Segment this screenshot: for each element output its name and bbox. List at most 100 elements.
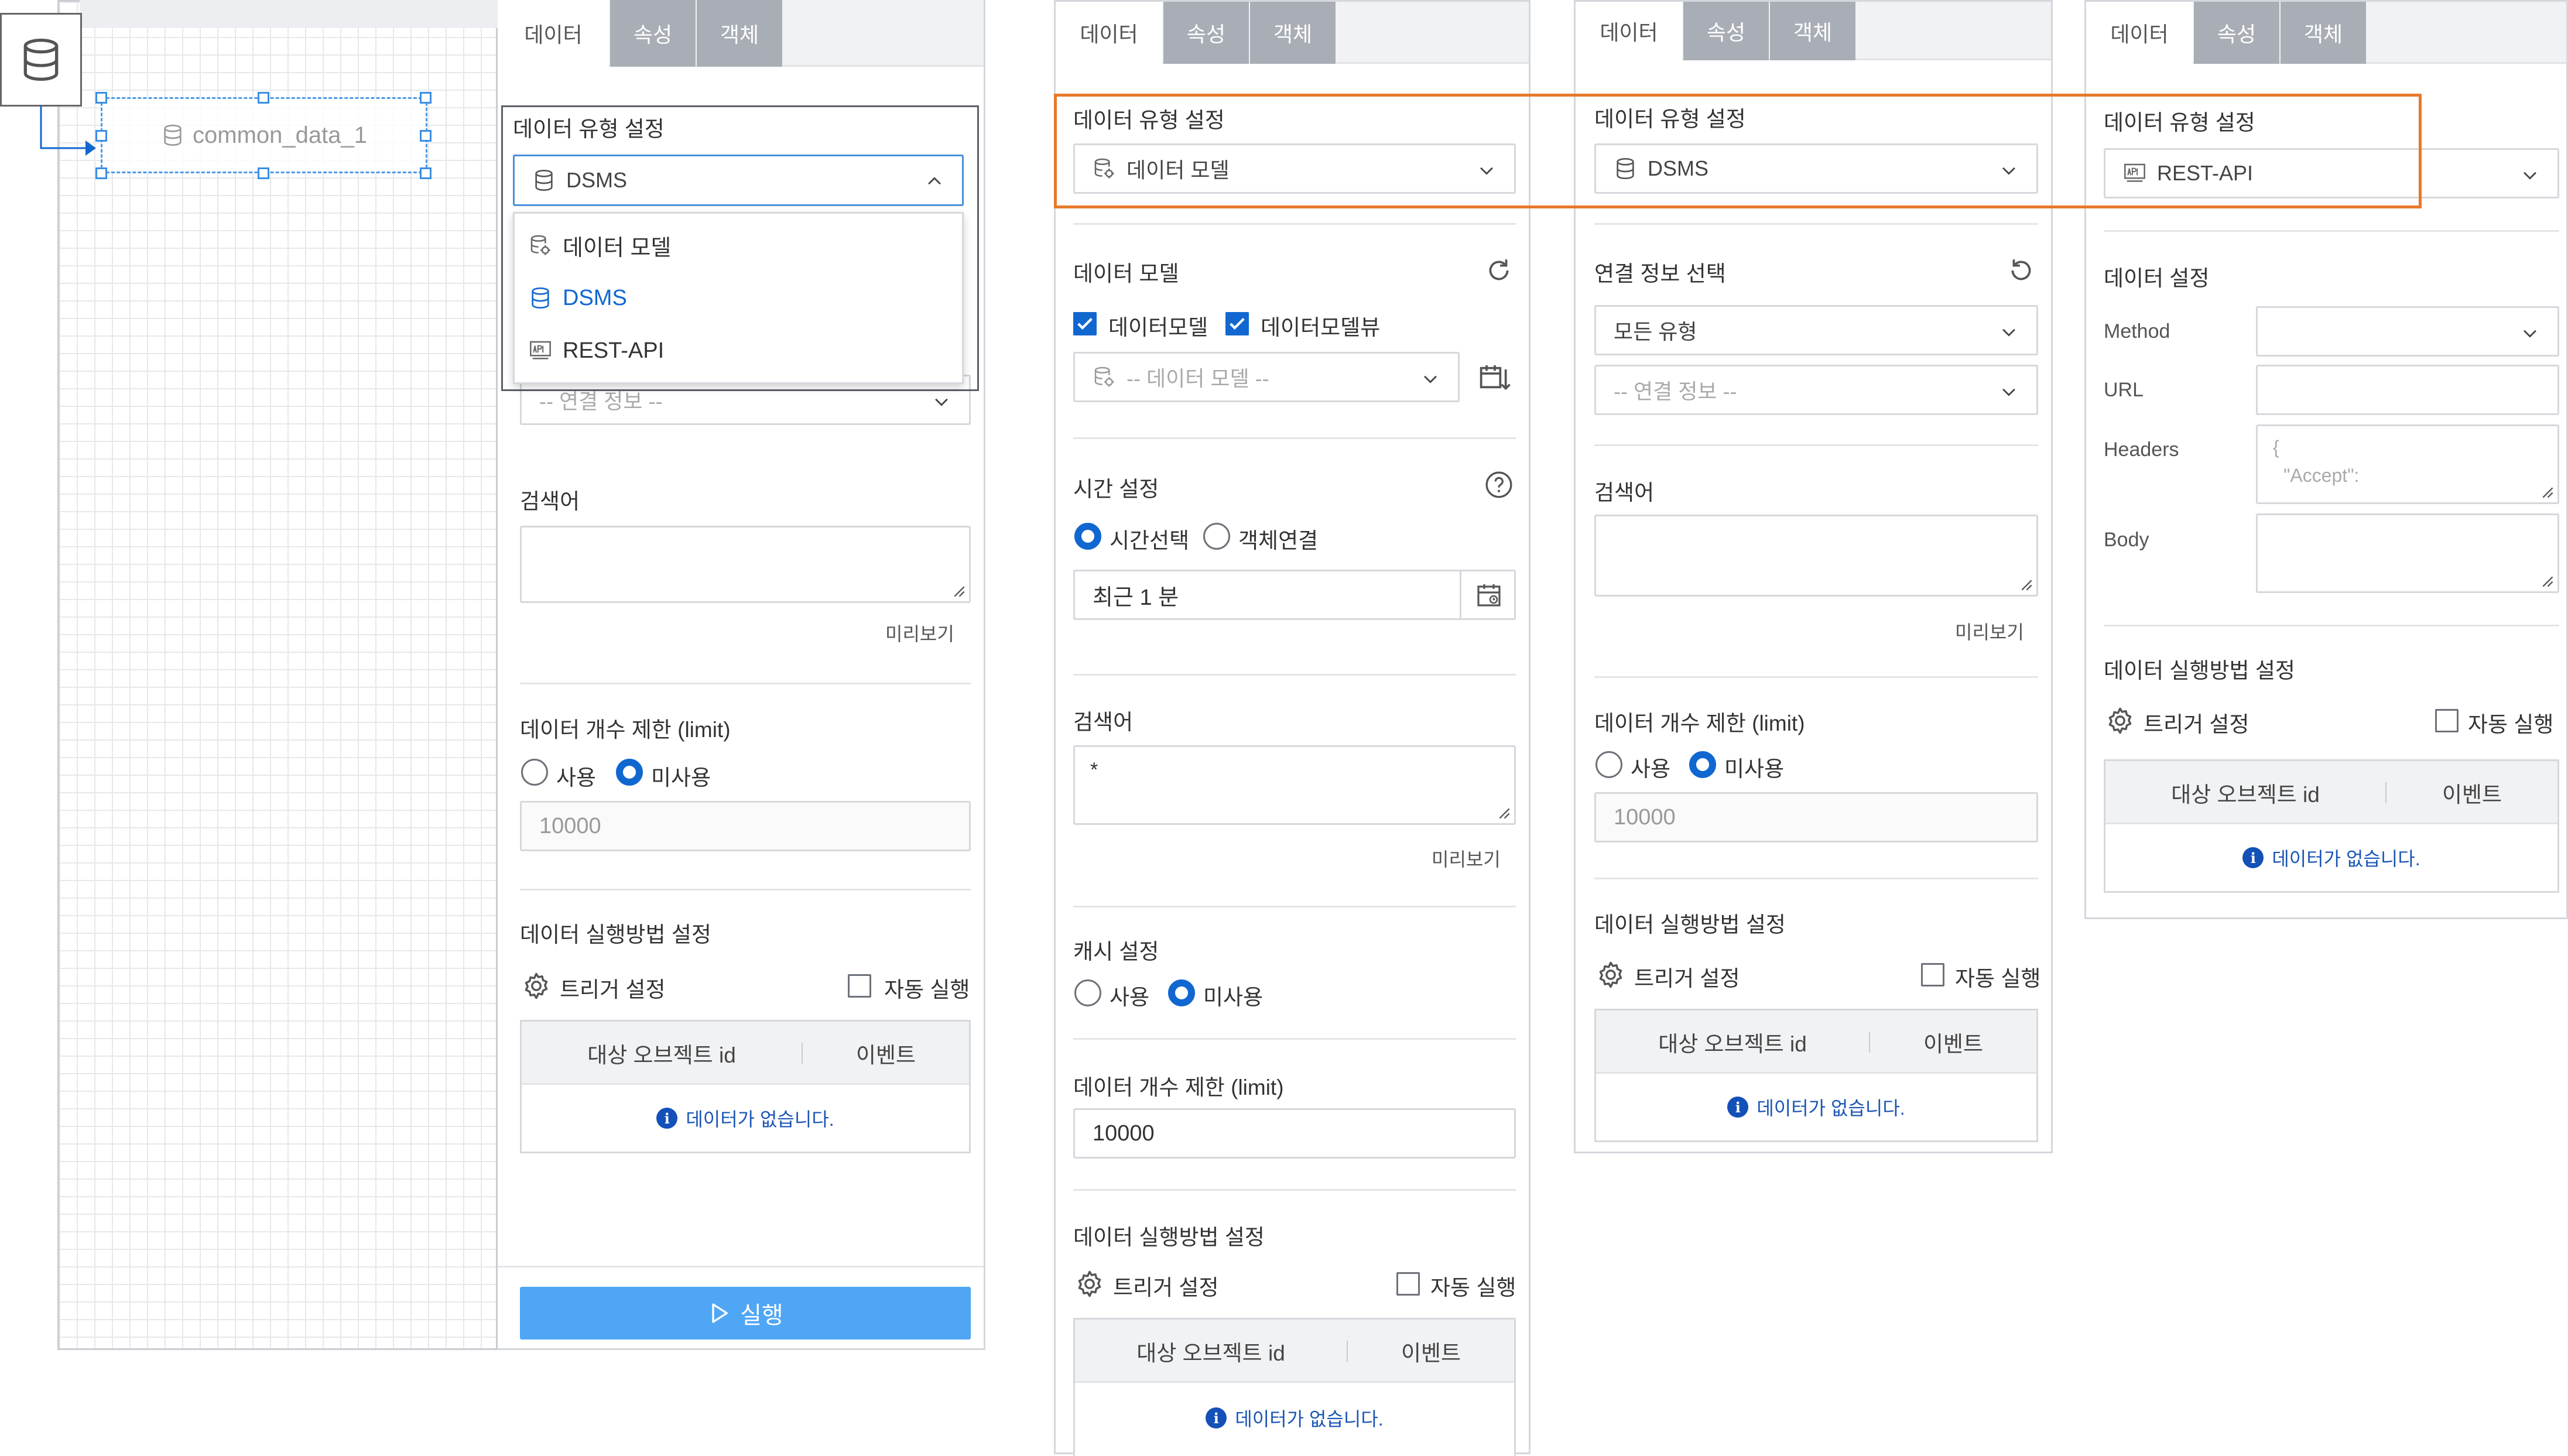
- method-select[interactable]: [2256, 306, 2559, 357]
- database-tool-button[interactable]: [0, 13, 82, 107]
- option-label: REST-API: [563, 338, 665, 363]
- resize-handle[interactable]: [420, 167, 432, 179]
- search-textarea[interactable]: [1594, 515, 2038, 597]
- connection-type-select[interactable]: 모든 유형: [1594, 305, 2038, 355]
- resize-handle[interactable]: [258, 167, 269, 179]
- help-icon[interactable]: [1484, 470, 1514, 499]
- tab-props[interactable]: 속성: [1683, 2, 1769, 60]
- limit-use-label: 사용: [1631, 757, 1671, 781]
- resize-handle[interactable]: [258, 92, 269, 104]
- model-checkbox[interactable]: [1073, 312, 1097, 335]
- empty-text: 데이터가 없습니다.: [1756, 1098, 1905, 1119]
- resize-handle[interactable]: [95, 130, 107, 142]
- body-label: Body: [2104, 529, 2149, 551]
- resize-grip-icon[interactable]: [2016, 575, 2033, 591]
- limit-use-radio[interactable]: [1595, 751, 1622, 778]
- trigger-button[interactable]: 트리거 설정: [2144, 707, 2249, 738]
- time-select-label: 시간선택: [1110, 529, 1190, 553]
- time-title: 시간 설정: [1073, 477, 1159, 501]
- url-input[interactable]: [2256, 365, 2559, 415]
- option-data-model[interactable]: 데이터 모델: [515, 220, 962, 271]
- object-link-label: 객체연결: [1238, 529, 1319, 553]
- reset-icon[interactable]: [2007, 256, 2036, 285]
- cache-nouse-radio[interactable]: [1168, 979, 1195, 1006]
- calendar-button[interactable]: [1460, 570, 1516, 620]
- auto-run-checkbox[interactable]: [848, 974, 871, 998]
- model-view-checkbox[interactable]: [1225, 312, 1249, 335]
- preview-link[interactable]: 미리보기: [1432, 845, 1501, 872]
- option-rest-api[interactable]: REST-API: [515, 325, 962, 376]
- trigger-button[interactable]: 트리거 설정: [1634, 961, 1740, 992]
- tab-object[interactable]: 객체: [1770, 2, 1855, 60]
- info-icon: i: [2242, 847, 2264, 868]
- tab-object[interactable]: 객체: [697, 0, 782, 67]
- resize-handle[interactable]: [95, 167, 107, 179]
- tab-data[interactable]: 데이터: [1576, 2, 1682, 60]
- type-select-open[interactable]: DSMS: [513, 155, 964, 206]
- divider: [1073, 906, 1516, 907]
- auto-run-label: 자동 실행: [884, 978, 970, 1002]
- calendar-icon: [1475, 581, 1503, 609]
- resize-handle[interactable]: [95, 92, 107, 104]
- limit-value: 10000: [1093, 1121, 1155, 1146]
- run-button[interactable]: 실행: [520, 1287, 971, 1339]
- auto-run-checkbox[interactable]: [1921, 963, 1944, 986]
- limit-nouse-label: 미사용: [1724, 757, 1785, 781]
- resize-grip-icon[interactable]: [949, 581, 965, 598]
- col-target: 대상 오브젝트 id: [2171, 783, 2320, 807]
- headers-label: Headers: [2104, 438, 2179, 461]
- time-select-radio[interactable]: [1074, 523, 1101, 550]
- trigger-button[interactable]: 트리거 설정: [1113, 1270, 1218, 1301]
- option-label: DSMS: [563, 285, 627, 310]
- trigger-button[interactable]: 트리거 설정: [560, 972, 665, 1003]
- data-node[interactable]: common_data_1: [101, 97, 427, 173]
- gear-icon: [1595, 960, 1626, 990]
- tab-data[interactable]: 데이터: [2086, 2, 2193, 64]
- limit-use-label: 사용: [556, 766, 597, 790]
- trigger-table: 대상 오브젝트 id 이벤트 i 데이터가 없습니다.: [1594, 1009, 2038, 1142]
- limit-input[interactable]: 10000: [520, 801, 971, 851]
- time-input[interactable]: 최근 1 분: [1073, 570, 1516, 620]
- limit-nouse-radio[interactable]: [1689, 751, 1716, 778]
- tab-data[interactable]: 데이터: [498, 0, 609, 67]
- connection-select[interactable]: -- 연결 정보 --: [1594, 365, 2038, 415]
- resize-grip-icon[interactable]: [1494, 803, 1511, 820]
- model-select[interactable]: -- 데이터 모델 --: [1073, 352, 1460, 402]
- chevron-down-icon: [1999, 382, 2019, 402]
- cache-use-radio[interactable]: [1074, 979, 1101, 1006]
- limit-input[interactable]: 10000: [1594, 792, 2038, 842]
- headers-textarea[interactable]: { "Accept":: [2256, 424, 2559, 504]
- auto-run-checkbox[interactable]: [1396, 1272, 1420, 1296]
- auto-run-checkbox[interactable]: [2435, 709, 2459, 732]
- body-textarea[interactable]: [2256, 513, 2559, 593]
- limit-nouse-radio[interactable]: [616, 759, 643, 786]
- exec-title: 데이터 실행방법 설정: [2104, 659, 2295, 683]
- option-dsms[interactable]: DSMS: [515, 272, 962, 324]
- refresh-icon[interactable]: [1484, 256, 1514, 285]
- object-link-radio[interactable]: [1203, 523, 1230, 550]
- tab-data[interactable]: 데이터: [1056, 2, 1162, 64]
- footer-divider: [498, 1266, 984, 1267]
- tab-object[interactable]: 객체: [1250, 2, 1336, 64]
- limit-title: 데이터 개수 제한 (limit): [520, 718, 731, 742]
- search-textarea[interactable]: *: [1073, 745, 1516, 825]
- limit-input[interactable]: 10000: [1073, 1108, 1516, 1159]
- editor-canvas[interactable]: [57, 0, 498, 1350]
- connector-arrow: [40, 105, 96, 156]
- database-icon: [529, 286, 552, 310]
- data-model-icon: [529, 234, 552, 257]
- preview-link[interactable]: 미리보기: [885, 619, 954, 646]
- tab-props[interactable]: 속성: [2194, 2, 2279, 64]
- resize-grip-icon[interactable]: [2538, 571, 2554, 588]
- tab-props[interactable]: 속성: [1163, 2, 1249, 64]
- tab-props[interactable]: 속성: [610, 0, 696, 67]
- tab-object[interactable]: 객체: [2281, 2, 2366, 64]
- preview-link[interactable]: 미리보기: [1955, 618, 2024, 645]
- trigger-table: 대상 오브젝트 id 이벤트 i 데이터가 없습니다.: [1073, 1318, 1516, 1456]
- resize-handle[interactable]: [420, 130, 432, 142]
- limit-use-radio[interactable]: [521, 759, 548, 786]
- resize-grip-icon[interactable]: [2538, 482, 2554, 499]
- calendar-sort-icon[interactable]: [1477, 361, 1512, 394]
- search-textarea[interactable]: [520, 526, 971, 603]
- resize-handle[interactable]: [420, 92, 432, 104]
